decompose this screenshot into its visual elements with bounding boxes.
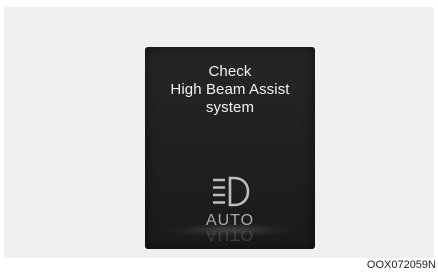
high-beam-icon <box>213 176 250 207</box>
auto-label-reflection: AUTO <box>205 231 255 243</box>
message-line-3: system <box>205 99 255 116</box>
cluster-display: Check High Beam Assist system AUTO AUTO <box>145 47 315 249</box>
figure-background: Check High Beam Assist system AUTO AUTO <box>4 7 434 258</box>
message-line-1: Check <box>208 63 252 80</box>
figure: Check High Beam Assist system AUTO AUTO … <box>0 0 438 272</box>
warning-message: Check High Beam Assist system <box>145 63 315 117</box>
message-line-2: High Beam Assist <box>170 81 290 98</box>
auto-label: AUTO <box>205 212 255 229</box>
figure-code: OOX072059N <box>366 259 436 271</box>
